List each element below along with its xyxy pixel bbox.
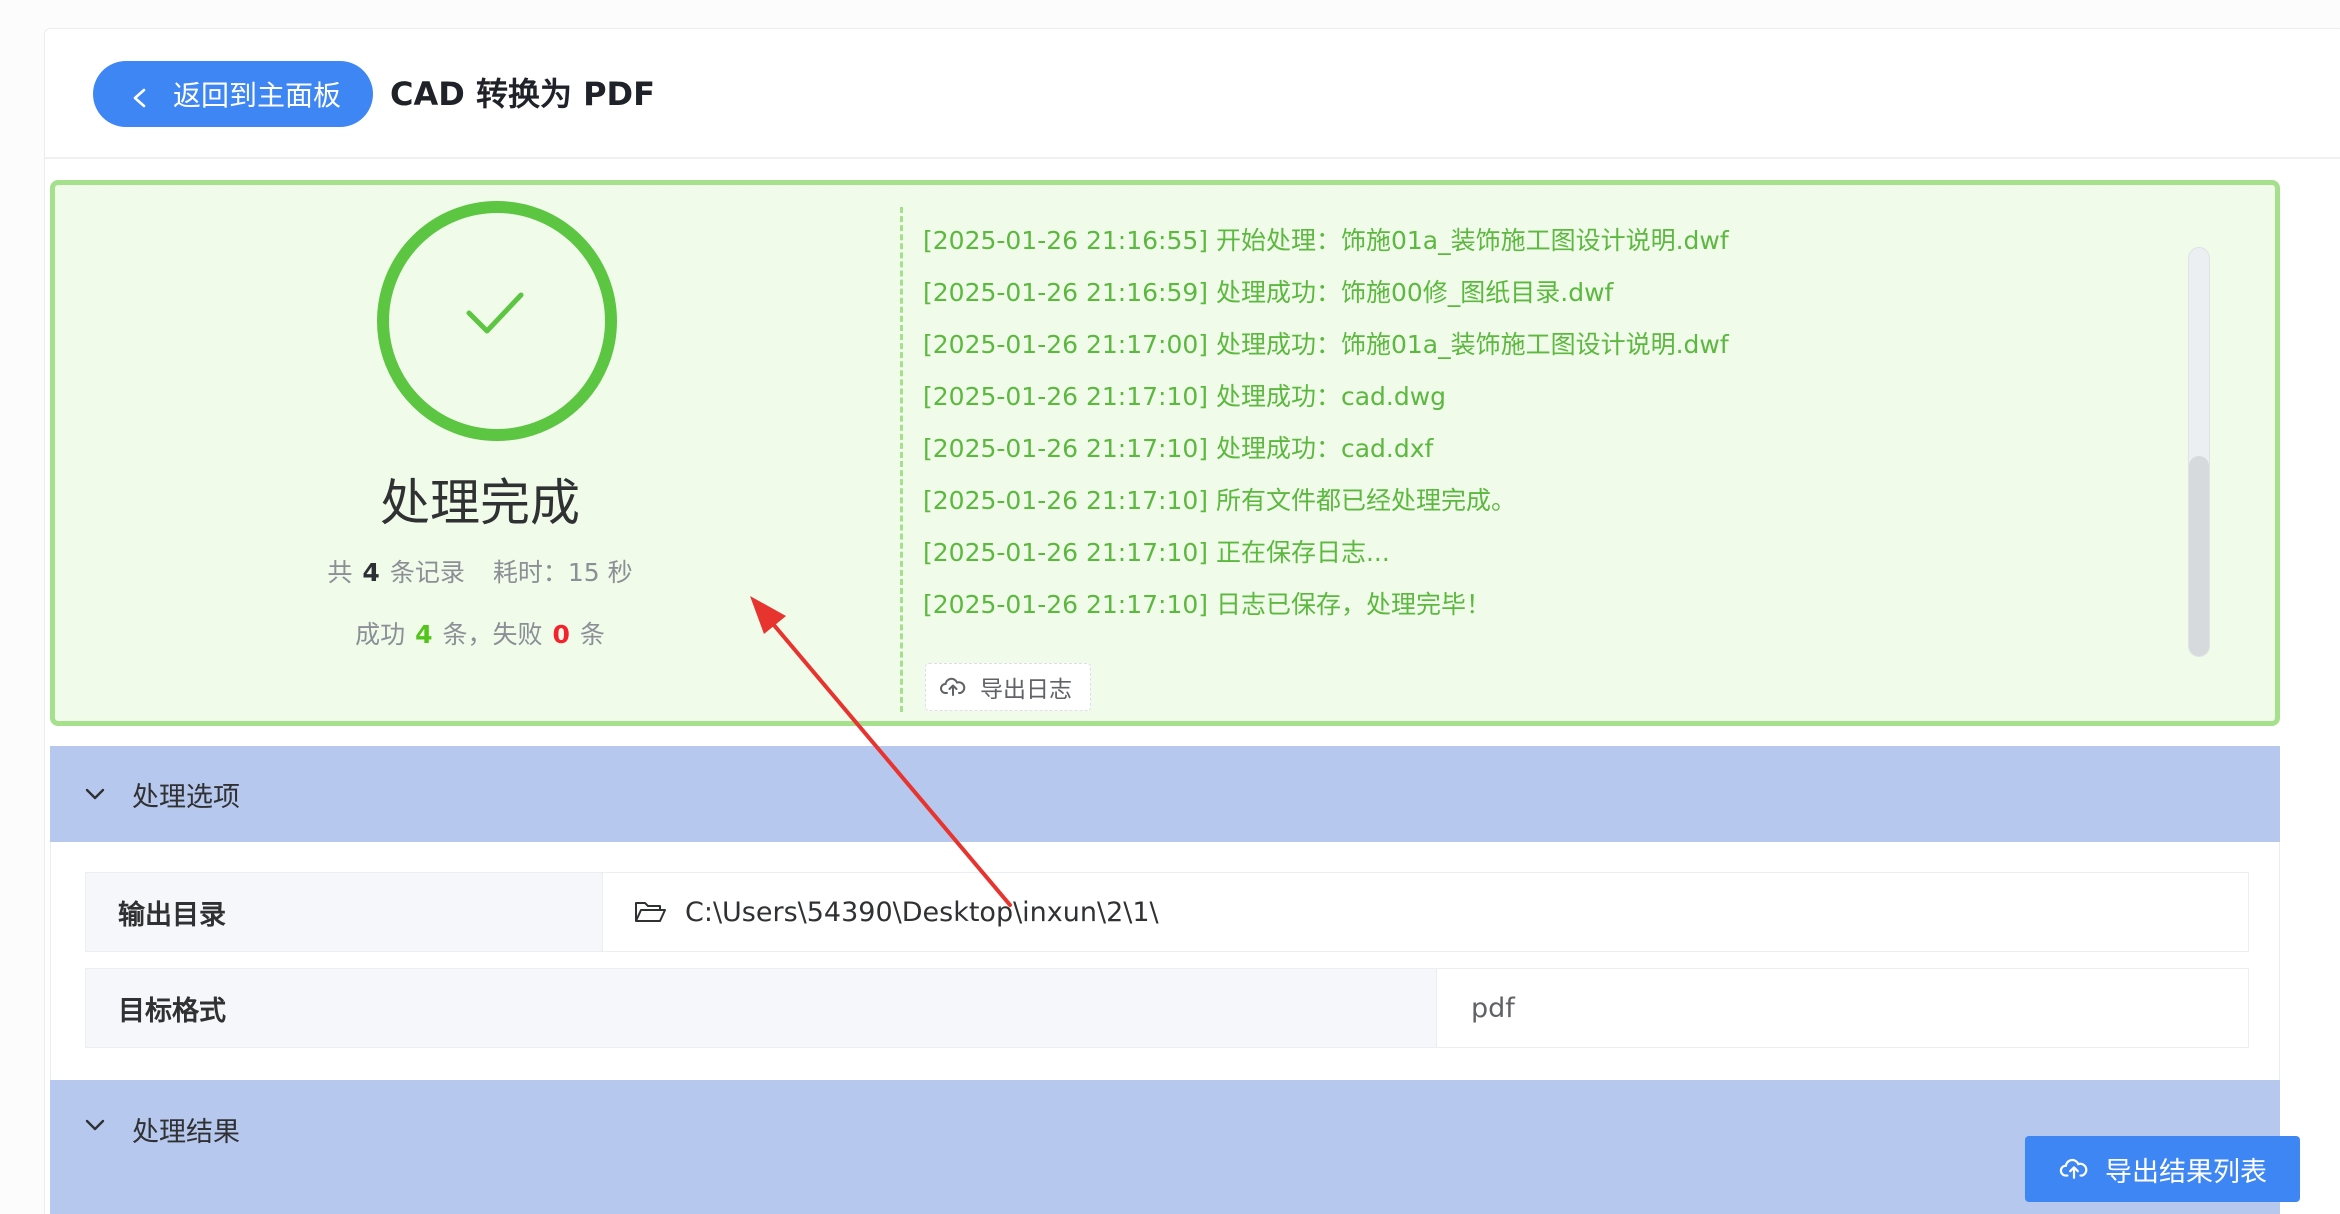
results-section-title: 处理结果 xyxy=(132,1117,240,1148)
success-prefix: 成功 xyxy=(355,620,406,649)
export-log-label: 导出日志 xyxy=(980,677,1072,703)
chevron-down-icon xyxy=(85,1119,105,1131)
fail-suffix: 条 xyxy=(579,620,605,649)
log-line: [2025-01-26 21:17:10] 处理成功：cad.dxf xyxy=(923,434,1434,463)
target-format-label: 目标格式 xyxy=(86,969,1436,1047)
page-header: 返回到主面板 CAD 转换为 PDF xyxy=(45,29,2340,159)
elapsed-value: 15 秒 xyxy=(567,558,633,587)
status-title: 处理完成 xyxy=(380,474,580,532)
page-title: CAD 转换为 PDF xyxy=(390,75,655,113)
total-suffix: 条记录 xyxy=(389,558,465,587)
export-result-list-button[interactable]: 导出结果列表 xyxy=(2025,1136,2300,1202)
log-line: [2025-01-26 21:16:55] 开始处理：饰施01a_装饰施工图设计… xyxy=(923,226,1729,255)
chevron-down-icon xyxy=(85,788,105,800)
success-check-icon xyxy=(377,201,617,441)
log-line: [2025-01-26 21:17:10] 日志已保存，处理完毕！ xyxy=(923,590,1491,619)
total-prefix: 共 xyxy=(327,558,353,587)
log-line: [2025-01-26 21:17:00] 处理成功：饰施01a_装饰施工图设计… xyxy=(923,330,1729,359)
chevron-left-icon xyxy=(129,83,151,108)
output-dir-path: C:\Users\54390\Desktop\inxun\2\1\ xyxy=(685,896,1159,928)
cloud-upload-icon xyxy=(940,677,966,696)
result-panel: 处理完成 共 4 条记录 耗时：15 秒 成功 4 条，失败 0 条 [2025-01-26 … xyxy=(50,180,2280,726)
success-suffix: 条，失败 xyxy=(442,620,543,649)
options-body: 输出目录 C:\Users\54390\Desktop\inxun\2\1\ 目… xyxy=(50,842,2280,1080)
output-dir-row: 输出目录 C:\Users\54390\Desktop\inxun\2\1\ xyxy=(85,872,2249,952)
cloud-upload-icon xyxy=(2059,1158,2088,1179)
output-dir-label: 输出目录 xyxy=(86,873,602,951)
result-summary: 处理完成 共 4 条记录 耗时：15 秒 成功 4 条，失败 0 条 xyxy=(55,185,905,721)
export-result-list-label: 导出结果列表 xyxy=(2105,1156,2267,1188)
log-line: [2025-01-26 21:17:10] 所有文件都已经处理完成。 xyxy=(923,486,1516,515)
export-log-button[interactable]: 导出日志 xyxy=(925,663,1091,711)
target-format-row: 目标格式 pdf xyxy=(85,968,2249,1048)
log-scrollbar-thumb[interactable] xyxy=(2189,456,2209,656)
output-dir-value[interactable]: C:\Users\54390\Desktop\inxun\2\1\ xyxy=(602,873,2248,951)
app-window: 返回到主面板 CAD 转换为 PDF 处理完成 共 4 条记录 耗时：15 秒 成功 4… xyxy=(0,0,2340,1214)
record-stats: 共 4 条记录 耗时：15 秒 xyxy=(55,553,905,589)
log-area: [2025-01-26 21:16:55] 开始处理：饰施01a_装饰施工图设计… xyxy=(900,207,2230,712)
success-count: 4 xyxy=(415,620,433,649)
back-to-dashboard-button[interactable]: 返回到主面板 xyxy=(93,61,373,127)
options-section-header[interactable]: 处理选项 xyxy=(50,746,2280,842)
log-list: [2025-01-26 21:16:55] 开始处理：饰施01a_装饰施工图设计… xyxy=(923,207,2230,631)
log-line: [2025-01-26 21:17:10] 正在保存日志... xyxy=(923,538,1390,567)
total-count: 4 xyxy=(362,558,380,587)
log-line: [2025-01-26 21:17:10] 处理成功：cad.dwg xyxy=(923,382,1447,411)
elapsed-label: 耗时： xyxy=(492,558,568,587)
back-button-label: 返回到主面板 xyxy=(173,79,342,112)
success-fail-stats: 成功 4 条，失败 0 条 xyxy=(55,615,905,651)
fail-count: 0 xyxy=(552,620,570,649)
folder-open-icon xyxy=(635,902,666,922)
options-section-title: 处理选项 xyxy=(132,781,240,813)
target-format-value: pdf xyxy=(1436,969,2248,1047)
results-section-header[interactable]: 处理结果 xyxy=(50,1080,2280,1214)
log-line: [2025-01-26 21:16:59] 处理成功：饰施00修_图纸目录.dw… xyxy=(923,278,1614,307)
log-scrollbar[interactable] xyxy=(2188,247,2210,657)
